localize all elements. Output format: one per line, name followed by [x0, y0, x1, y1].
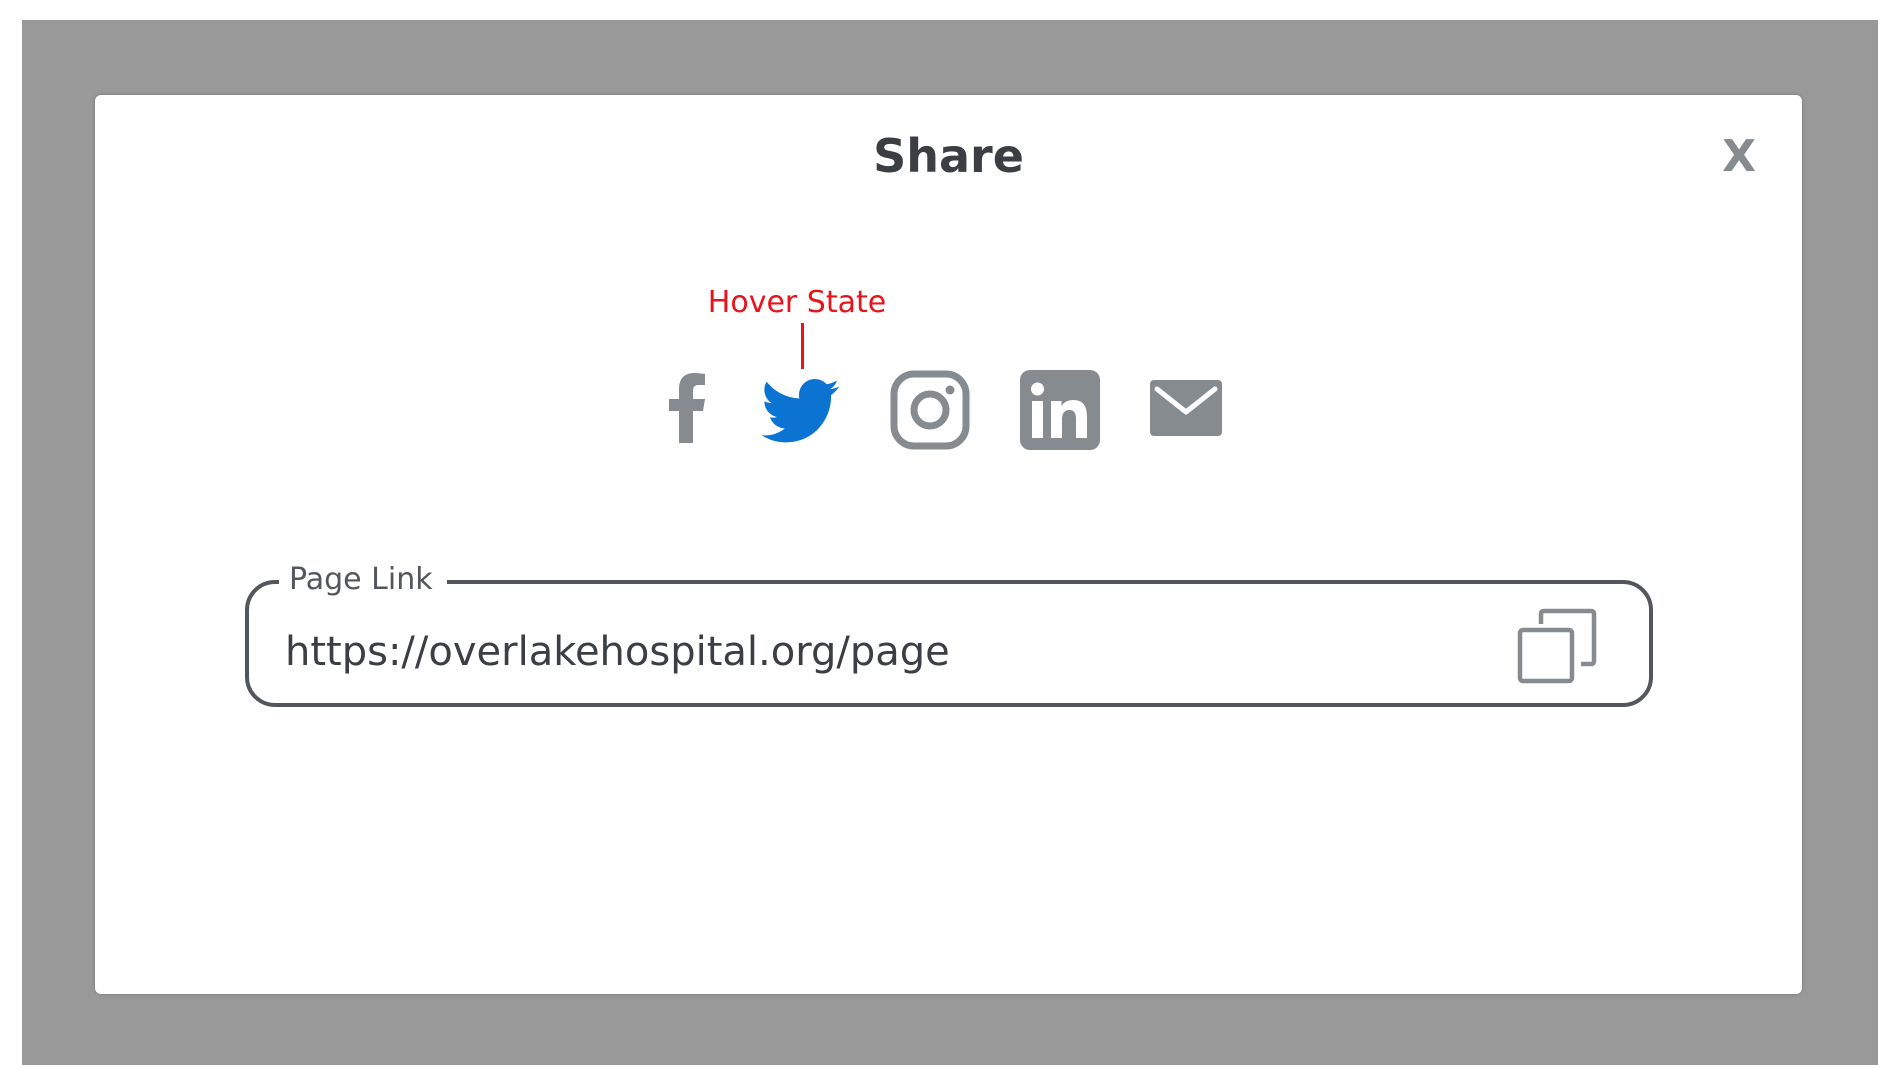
annotation-pointer-line	[801, 323, 804, 369]
share-modal: Share X Hover State Page Link https://ov…	[95, 95, 1802, 994]
instagram-icon[interactable]	[890, 370, 970, 450]
page-link-field[interactable]: Page Link https://overlakehospital.org/p…	[245, 560, 1653, 707]
close-button[interactable]: X	[1722, 135, 1756, 179]
modal-title: Share	[873, 129, 1024, 183]
page-link-value[interactable]: https://overlakehospital.org/page	[285, 630, 950, 674]
email-icon[interactable]	[1150, 380, 1222, 436]
facebook-icon[interactable]	[665, 373, 709, 443]
copy-icon[interactable]	[1517, 608, 1597, 684]
hover-state-annotation: Hover State	[707, 285, 887, 320]
linkedin-icon[interactable]	[1020, 370, 1100, 450]
twitter-icon[interactable]	[761, 379, 841, 445]
page-link-label: Page Link	[279, 560, 447, 600]
